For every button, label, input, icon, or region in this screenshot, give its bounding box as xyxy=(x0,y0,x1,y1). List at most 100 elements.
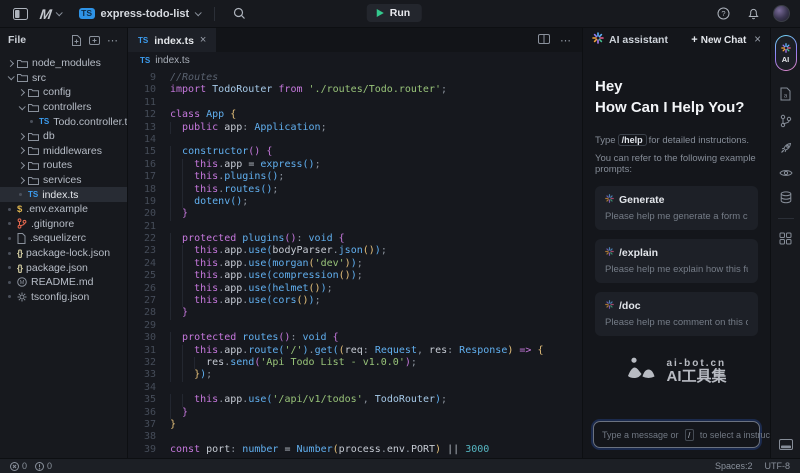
prompt-title: /doc xyxy=(619,300,641,312)
code-line[interactable]: 35 this.app.use('/api/v1/todos', TodoRou… xyxy=(128,394,582,406)
tree-item-label: .gitignore xyxy=(31,218,74,230)
git-branch-icon[interactable] xyxy=(780,114,792,128)
code-line[interactable]: 18 this.routes(); xyxy=(128,184,582,196)
code-area[interactable]: 9//Routes10import TodoRouter from './rou… xyxy=(128,69,582,458)
tree-item--env-example[interactable]: $.env.example xyxy=(0,202,127,217)
svg-text:M: M xyxy=(20,280,25,286)
code-line[interactable]: 22 protected plugins(): void { xyxy=(128,233,582,245)
code-line[interactable]: 39const port: number = Number(process.en… xyxy=(128,444,582,456)
docs-icon[interactable]: a xyxy=(779,87,792,101)
apps-grid-icon[interactable] xyxy=(779,232,792,245)
chat-input[interactable]: Type a message or / to select a instruct… xyxy=(593,421,760,448)
tree-item-db[interactable]: db xyxy=(0,129,127,144)
code-line[interactable]: 14 xyxy=(128,134,582,146)
tree-item-tsconfig-json[interactable]: tsconfig.json xyxy=(0,290,127,305)
preview-eye-icon[interactable] xyxy=(779,168,793,178)
code-line[interactable]: 24 this.app.use(morgan('dev')); xyxy=(128,258,582,270)
tree-item-label: routes xyxy=(43,159,72,171)
code-line[interactable]: 38 xyxy=(128,431,582,443)
tree-item-package-lock-json[interactable]: {}package-lock.json xyxy=(0,246,127,261)
code-line[interactable]: 10import TodoRouter from './routes/Todo.… xyxy=(128,84,582,96)
user-avatar[interactable] xyxy=(773,5,790,22)
code-line[interactable]: 28 } xyxy=(128,307,582,319)
plus-icon: + xyxy=(691,35,697,46)
code-line[interactable]: 30 protected routes(): void { xyxy=(128,332,582,344)
close-panel-icon[interactable]: × xyxy=(754,34,761,46)
help-command-chip[interactable]: /help xyxy=(618,134,647,146)
code-line[interactable]: 29 xyxy=(128,320,582,332)
ide-logo-menu[interactable]: M xyxy=(40,6,61,22)
code-line[interactable]: 33 }); xyxy=(128,369,582,381)
warning-count[interactable]: 0 xyxy=(35,461,52,471)
code-line[interactable]: 21 xyxy=(128,221,582,233)
tree-item-middlewares[interactable]: middlewares xyxy=(0,144,127,159)
database-icon[interactable] xyxy=(780,191,792,205)
line-number: 13 xyxy=(128,122,170,134)
indentation-setting[interactable]: Spaces:2 xyxy=(715,461,753,471)
encoding-setting[interactable]: UTF-8 xyxy=(765,461,791,471)
code-line[interactable]: 25 this.app.use(compression()); xyxy=(128,270,582,282)
folder-icon xyxy=(28,103,39,112)
help-hint: Type/helpfor detailed instructions. xyxy=(595,134,758,146)
tree-item-readme-md[interactable]: MREADME.md xyxy=(0,275,127,290)
search-icon[interactable] xyxy=(229,4,249,24)
run-button[interactable]: Run xyxy=(367,4,422,22)
prompt-description: Please help me comment on this code. xyxy=(605,317,748,328)
close-tab-icon[interactable]: × xyxy=(200,35,206,46)
code-line[interactable]: 12class App { xyxy=(128,109,582,121)
top-bar: M TS express-todo-list Run ? xyxy=(0,0,800,28)
help-icon[interactable]: ? xyxy=(713,4,733,24)
folder-icon xyxy=(28,176,39,185)
notifications-bell-icon[interactable] xyxy=(743,4,763,24)
code-line[interactable]: 26 this.app.use(helmet()); xyxy=(128,283,582,295)
code-line[interactable]: 9//Routes xyxy=(128,72,582,84)
tree-item-package-json[interactable]: {}package.json xyxy=(0,260,127,275)
prompt-card-explain[interactable]: /explainPlease help me explain how this … xyxy=(595,239,758,283)
new-folder-icon[interactable] xyxy=(89,35,100,46)
git-status-dot xyxy=(19,193,22,196)
code-editor: TS index.ts × ⋯ TS index.ts 9//Routes10i… xyxy=(128,28,582,458)
tree-item-todo-controller-ts[interactable]: TSTodo.controller.ts xyxy=(0,114,127,129)
breadcrumb[interactable]: TS index.ts xyxy=(128,52,582,69)
project-name: express-todo-list xyxy=(101,8,190,20)
code-line[interactable]: 11 xyxy=(128,97,582,109)
code-line[interactable]: 17 this.plugins(); xyxy=(128,171,582,183)
code-line[interactable]: 13 public app: Application; xyxy=(128,122,582,134)
code-line[interactable]: 37} xyxy=(128,419,582,431)
code-line[interactable]: 19 dotenv(); xyxy=(128,196,582,208)
new-chat-button[interactable]: + New Chat xyxy=(691,35,746,46)
code-line[interactable]: 15 constructor() { xyxy=(128,146,582,158)
prompt-card-generate[interactable]: GeneratePlease help me generate a form c… xyxy=(595,186,758,230)
tree-item-services[interactable]: services xyxy=(0,173,127,188)
code-line[interactable]: 34 xyxy=(128,382,582,394)
code-line[interactable]: 27 this.app.use(cors()); xyxy=(128,295,582,307)
deploy-rocket-icon[interactable] xyxy=(779,141,793,155)
error-count[interactable]: 0 xyxy=(10,461,27,471)
editor-more-icon[interactable]: ⋯ xyxy=(560,34,572,47)
prompt-card-doc[interactable]: /doc Please help me comment on this code. xyxy=(595,292,758,336)
tree-item-config[interactable]: config xyxy=(0,85,127,100)
tree-item-index-ts[interactable]: TSindex.ts xyxy=(0,187,127,202)
project-switcher[interactable]: TS express-todo-list xyxy=(79,8,201,20)
more-actions-icon[interactable]: ⋯ xyxy=(107,34,119,47)
tree-item-src[interactable]: src xyxy=(0,71,127,86)
code-line[interactable]: 20 } xyxy=(128,208,582,220)
new-file-icon[interactable] xyxy=(71,35,82,46)
code-line[interactable]: 36 } xyxy=(128,407,582,419)
code-line[interactable]: 23 this.app.use(bodyParser.json()); xyxy=(128,245,582,257)
bottom-panel-toggle-icon[interactable] xyxy=(779,439,793,450)
tree-item-routes[interactable]: routes xyxy=(0,158,127,173)
code-line[interactable]: 32 res.send('Api Todo List - v1.0.0'); xyxy=(128,357,582,369)
ai-assistant-rail-button[interactable]: AI xyxy=(775,35,797,71)
tree-item--sequelizerc[interactable]: .sequelizerc xyxy=(0,231,127,246)
code-line[interactable]: 16 this.app = express(); xyxy=(128,159,582,171)
tab-index-ts[interactable]: TS index.ts × xyxy=(128,28,216,52)
tree-item-controllers[interactable]: controllers xyxy=(0,100,127,115)
split-editor-icon[interactable] xyxy=(538,31,550,49)
tree-item-node-modules[interactable]: node_modules xyxy=(0,56,127,71)
chevron-right-icon xyxy=(18,89,25,96)
code-line[interactable]: 31 this.app.route('/').get((req: Request… xyxy=(128,345,582,357)
sidebar-toggle-icon[interactable] xyxy=(10,4,30,24)
tree-item--gitignore[interactable]: .gitignore xyxy=(0,217,127,232)
chevron-down-icon xyxy=(195,9,202,16)
